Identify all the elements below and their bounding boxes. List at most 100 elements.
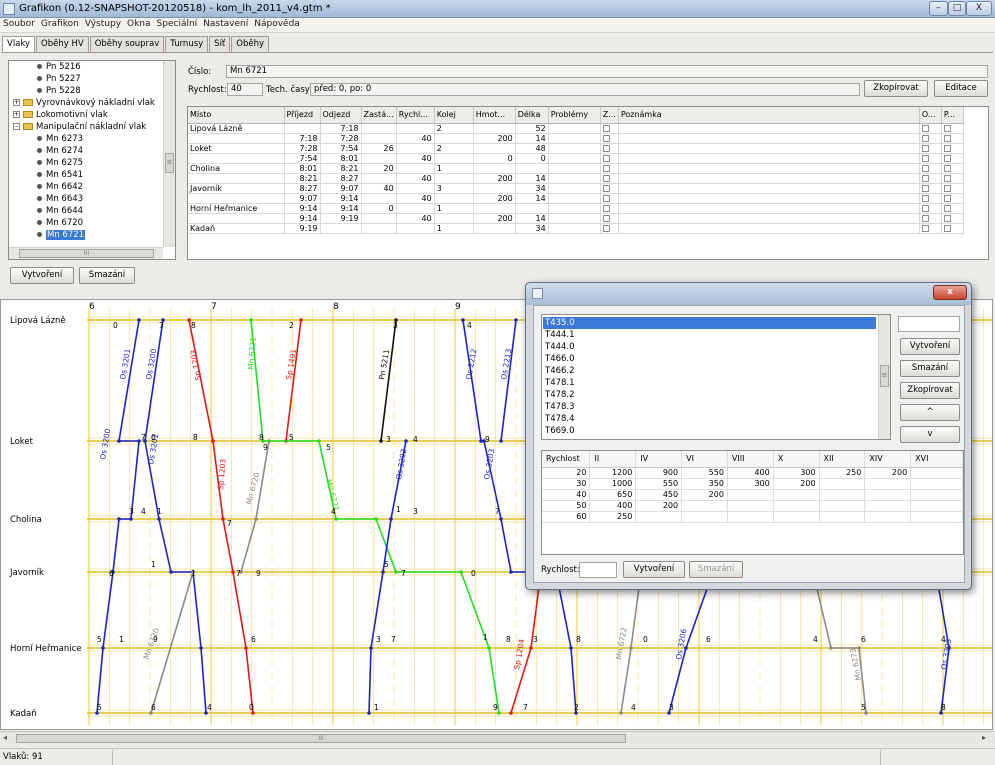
route-cell[interactable] — [361, 123, 397, 134]
route-cell[interactable]: 7:54 — [284, 153, 321, 164]
speed-cell[interactable]: 400 — [727, 467, 774, 479]
route-cell[interactable]: 8:27 — [320, 173, 362, 184]
route-checkbox-cell[interactable] — [919, 213, 942, 224]
route-cell[interactable] — [396, 223, 435, 234]
checkbox[interactable] — [943, 124, 951, 132]
route-cell[interactable] — [548, 143, 601, 154]
create-speed-row-button[interactable]: Vytvoření — [623, 561, 685, 578]
route-cell[interactable] — [434, 153, 474, 164]
route-checkbox-cell[interactable] — [919, 153, 942, 164]
route-cell[interactable]: Loket — [188, 143, 285, 154]
tree-item[interactable]: Mn 6273 — [37, 134, 83, 145]
tree-item[interactable]: Pn 5227 — [37, 74, 81, 85]
route-cell[interactable]: 9:14 — [320, 193, 362, 204]
speed-column-header[interactable]: Rychlost — [542, 451, 591, 468]
route-cell[interactable]: 40 — [396, 193, 435, 204]
route-checkbox-cell[interactable] — [941, 143, 964, 154]
speed-cell[interactable]: 300 — [773, 467, 820, 479]
route-cell[interactable]: 8:21 — [320, 163, 362, 174]
speed-cell[interactable]: 550 — [635, 478, 683, 490]
speed-column-header[interactable]: II — [589, 451, 637, 468]
route-cell[interactable]: 9:14 — [284, 203, 321, 214]
route-cell[interactable] — [188, 173, 285, 184]
route-checkbox-cell[interactable] — [600, 183, 619, 194]
route-cell[interactable]: 7:18 — [320, 123, 362, 134]
route-column-header[interactable]: Poznámka — [618, 107, 920, 124]
locomotive-item[interactable]: T444.0 — [543, 341, 876, 353]
route-cell[interactable]: 9:14 — [320, 203, 362, 214]
checkbox[interactable] — [602, 144, 610, 152]
route-cell[interactable]: 40 — [396, 173, 435, 184]
menu-vystupy[interactable]: Výstupy — [82, 18, 124, 30]
tech-times-field[interactable]: před: 0, po: 0 — [310, 83, 860, 96]
route-column-header[interactable]: Příjezd — [284, 107, 321, 124]
route-cell[interactable] — [618, 143, 920, 154]
route-column-header[interactable]: Kolej — [434, 107, 474, 124]
checkbox[interactable] — [921, 214, 929, 222]
route-row[interactable]: 8:21 8:27 40 200 14 — [188, 173, 964, 184]
speed-cell[interactable] — [864, 489, 912, 501]
speed-cell[interactable]: 40 — [542, 489, 591, 501]
route-cell[interactable]: 14 — [515, 213, 549, 224]
scroll-right-arrow[interactable]: ▸ — [982, 733, 986, 742]
speed-cell[interactable] — [910, 467, 963, 479]
route-cell[interactable]: Cholina — [188, 163, 285, 174]
route-cell[interactable]: 7:28 — [320, 133, 362, 144]
speed-cell[interactable]: 400 — [589, 500, 637, 512]
route-cell[interactable]: 14 — [515, 173, 549, 184]
speed-row[interactable]: 60 250 — [542, 511, 963, 523]
route-row[interactable]: Loket 7:28 7:54 26 2 48 — [188, 143, 964, 154]
route-cell[interactable]: 34 — [515, 223, 549, 234]
checkbox[interactable] — [602, 154, 610, 162]
route-checkbox-cell[interactable] — [600, 213, 619, 224]
tab-sit[interactable]: Síť — [209, 36, 231, 52]
tree-item[interactable]: Mn 6642 — [37, 182, 83, 193]
delete-locomotive-button[interactable]: Smazání — [900, 360, 960, 377]
route-cell[interactable] — [548, 163, 601, 174]
route-checkbox-cell[interactable] — [919, 203, 942, 214]
checkbox[interactable] — [943, 174, 951, 182]
route-column-header[interactable]: Odjezd — [320, 107, 362, 124]
checkbox[interactable] — [921, 204, 929, 212]
route-checkbox-cell[interactable] — [941, 163, 964, 174]
tab-obehy-hv[interactable]: Oběhy HV — [36, 36, 89, 52]
route-cell[interactable] — [548, 153, 601, 164]
route-cell[interactable]: 2 — [434, 123, 474, 134]
route-cell[interactable] — [618, 163, 920, 174]
speed-cell[interactable]: 250 — [589, 511, 637, 523]
route-row[interactable]: Javorník 8:27 9:07 40 3 34 — [188, 183, 964, 194]
menu-grafikon[interactable]: Grafikon — [38, 18, 82, 30]
delete-speed-row-button[interactable]: Smazání — [689, 561, 743, 578]
route-checkbox-cell[interactable] — [919, 173, 942, 184]
weight-speed-table[interactable]: Rychlost II IV VI VIII X XII XIV XVI 20 1200 900 55… — [541, 450, 964, 555]
route-cell[interactable] — [618, 213, 920, 224]
tab-turnusy[interactable]: Turnusy — [165, 36, 209, 52]
locomotive-list[interactable]: T435.0 T444.1 T444.0 T466.0 T466.2 T478.… — [541, 314, 891, 440]
checkbox[interactable] — [602, 124, 610, 132]
speed-cell[interactable] — [910, 478, 963, 490]
route-row[interactable]: Cholina 8:01 8:21 20 1 — [188, 163, 964, 174]
route-cell[interactable] — [188, 133, 285, 144]
speed-cell[interactable] — [681, 500, 728, 512]
copy-locomotive-button[interactable]: Zkopírovat — [900, 382, 960, 399]
route-cell[interactable] — [618, 173, 920, 184]
route-table[interactable]: Místo Příjezd Odjezd Zastá... Rychl... Kolej H… — [187, 106, 989, 260]
route-cell[interactable] — [361, 153, 397, 164]
scroll-left-arrow[interactable]: ◂ — [3, 733, 7, 742]
route-column-header[interactable]: Zastá... — [361, 107, 397, 124]
checkbox[interactable] — [943, 154, 951, 162]
route-cell[interactable] — [396, 143, 435, 154]
route-cell[interactable]: 40 — [396, 153, 435, 164]
speed-cell[interactable]: 650 — [589, 489, 637, 501]
route-checkbox-cell[interactable] — [919, 133, 942, 144]
speed-cell[interactable] — [864, 511, 912, 523]
copy-train-button[interactable]: Zkopírovat — [864, 80, 928, 97]
route-checkbox-cell[interactable] — [600, 123, 619, 134]
checkbox[interactable] — [921, 154, 929, 162]
route-cell[interactable] — [473, 223, 516, 234]
speed-row[interactable]: 20 1200 900 550 400 300 250 200 — [542, 467, 963, 479]
speed-cell[interactable] — [681, 511, 728, 523]
speed-column-header[interactable]: XVI — [910, 451, 963, 468]
menu-soubor[interactable]: Soubor — [0, 18, 38, 30]
route-column-header[interactable]: Hmot... — [473, 107, 516, 124]
